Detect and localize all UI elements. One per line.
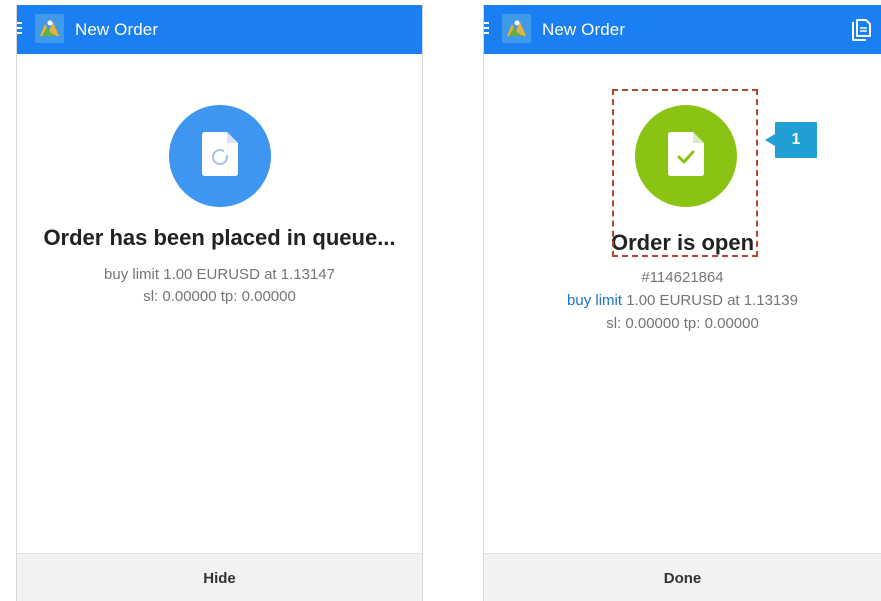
menu-icon[interactable] <box>484 20 489 36</box>
done-button[interactable]: Done <box>484 554 881 601</box>
highlight-box <box>612 89 758 257</box>
app-bar-title: New Order <box>542 20 626 39</box>
sl-tp-values: sl: 0.00000 tp: 0.00000 <box>606 315 759 332</box>
app-bar: New Order <box>484 5 881 54</box>
menu-icon[interactable] <box>17 20 22 36</box>
order-type-link[interactable]: buy limit <box>567 292 622 309</box>
pending-document-icon <box>202 132 238 176</box>
order-details: buy limit 1.00 EURUSD at 1.13139 <box>484 292 881 309</box>
pending-order-icon <box>169 105 271 207</box>
bottom-bar: Hide <box>17 553 422 601</box>
page: New Order Order has been placed in queue… <box>0 0 881 601</box>
order-details-text: 1.00 EURUSD at 1.13139 <box>622 292 798 309</box>
metatrader-logo-icon <box>502 14 531 43</box>
left-screen: New Order Order has been placed in queue… <box>16 5 423 601</box>
order-ticket: #114621864 <box>641 269 724 286</box>
hide-button[interactable]: Hide <box>17 554 422 601</box>
metatrader-logo-icon <box>35 14 64 43</box>
sl-tp-values: sl: 0.00000 tp: 0.00000 <box>143 288 296 305</box>
copy-icon[interactable] <box>851 18 873 42</box>
app-bar: New Order <box>17 5 422 54</box>
order-details: buy limit 1.00 EURUSD at 1.13147 <box>104 266 335 283</box>
callout-badge: 1 <box>775 122 817 158</box>
app-bar-title: New Order <box>75 20 159 39</box>
bottom-bar: Done <box>484 553 881 601</box>
status-title: Order has been placed in queue... <box>43 225 396 250</box>
callout-pointer <box>765 134 775 146</box>
